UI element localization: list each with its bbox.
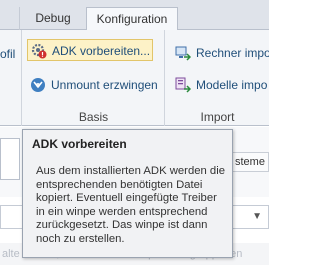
tab-partial[interactable] xyxy=(0,7,20,30)
adk-tooltip: ADK vorbereiten Aus dem installierten AD… xyxy=(22,129,233,258)
chevron-down-icon: ▼ xyxy=(252,211,262,222)
tab-debug[interactable]: Debug xyxy=(24,7,82,30)
tab-konfiguration[interactable]: Konfiguration xyxy=(86,7,178,31)
rechner-import-button[interactable]: Rechner impo xyxy=(172,42,269,64)
ribbon-group-basis: ADK vorbereiten... Unmount erzwingen Bas… xyxy=(23,30,165,126)
modelle-import-button[interactable]: Modelle impo xyxy=(172,74,269,96)
disc-down-icon xyxy=(30,77,46,93)
ribbon: ofil ADK vorbereiten... Unmount erzwinge… xyxy=(0,30,269,126)
ribbon-group-import: Rechner impo Modelle impo Import xyxy=(166,30,269,126)
adk-prepare-button[interactable]: ADK vorbereiten... xyxy=(27,39,153,61)
ribbon-tab-bar: Debug Konfiguration xyxy=(0,0,269,31)
tab-systeme[interactable]: steme xyxy=(232,152,269,172)
group-label-import: Import xyxy=(200,110,235,124)
ribbon-group-left: ofil xyxy=(0,30,22,126)
models-import-icon xyxy=(175,77,192,93)
partial-frame-button[interactable] xyxy=(0,138,20,180)
tooltip-title: ADK vorbereiten xyxy=(32,137,127,151)
unmount-force-button[interactable]: Unmount erzwingen xyxy=(27,74,161,96)
computer-import-icon xyxy=(175,45,192,61)
gear-warning-icon xyxy=(31,43,47,59)
group-label-basis: Basis xyxy=(78,110,109,124)
tooltip-body: Aus dem installierten ADK werden die ent… xyxy=(36,165,226,245)
